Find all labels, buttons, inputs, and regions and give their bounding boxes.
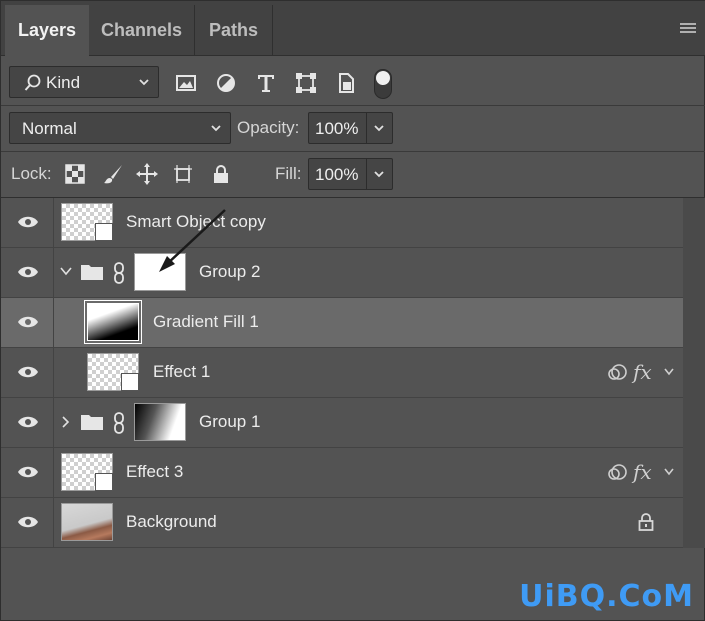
eye-icon	[18, 416, 38, 428]
smart-object-badge-icon	[95, 223, 113, 241]
image-filter-icon[interactable]	[175, 72, 197, 94]
lock-all-icon[interactable]	[210, 163, 232, 185]
chevron-down-icon	[374, 125, 384, 132]
smart-filter-icon	[608, 364, 627, 380]
layer-name[interactable]: Gradient Fill 1	[153, 312, 259, 332]
filter-row: Kind	[1, 56, 705, 106]
gradient-fill-thumbnail[interactable]	[84, 300, 142, 344]
annotation-arrow-icon	[159, 209, 226, 272]
chevron-down-icon[interactable]	[663, 367, 675, 377]
folder-icon	[81, 265, 103, 280]
lock-label: Lock:	[11, 164, 52, 183]
lock-icon	[638, 513, 654, 531]
tab-layers[interactable]: Layers	[5, 5, 89, 56]
link-icon[interactable]	[112, 412, 126, 434]
eye-icon	[18, 316, 38, 328]
opacity-field[interactable]: 100%	[308, 112, 393, 144]
layer-name[interactable]: Effect 3	[126, 462, 183, 482]
link-icon[interactable]	[112, 262, 126, 284]
layer-row[interactable]: Effect 1 fx	[1, 348, 683, 398]
eye-icon	[18, 516, 38, 528]
fx-icon: fx	[633, 360, 652, 384]
opacity-dropdown[interactable]	[366, 113, 392, 143]
eye-icon	[18, 216, 38, 228]
fill-field[interactable]: 100%	[308, 158, 393, 190]
layer-thumbnail[interactable]	[87, 353, 139, 391]
adjustment-filter-icon[interactable]	[215, 72, 237, 94]
kind-filter-select[interactable]: Kind	[9, 66, 159, 98]
chevron-down-icon[interactable]	[663, 467, 675, 477]
lock-transparent-pixels-icon[interactable]	[64, 163, 86, 185]
layer-thumbnail[interactable]	[61, 453, 113, 491]
chevron-down-icon	[211, 125, 221, 132]
blend-mode-select[interactable]: Normal	[9, 112, 231, 144]
folder-icon	[81, 415, 103, 430]
layers-scrollbar[interactable]	[683, 198, 705, 548]
layer-name[interactable]: Effect 1	[153, 362, 210, 382]
filter-toggle[interactable]	[374, 69, 392, 99]
lock-row: Lock: Fill: 100%	[1, 152, 705, 198]
opacity-label: Opacity:	[237, 118, 300, 137]
chevron-down-icon	[139, 79, 149, 86]
shape-filter-icon[interactable]	[295, 72, 317, 94]
layer-thumbnail[interactable]	[61, 203, 113, 241]
panel-menu-icon[interactable]	[680, 23, 696, 35]
visibility-toggle[interactable]	[1, 248, 54, 297]
visibility-toggle[interactable]	[1, 398, 54, 447]
smart-object-badge-icon	[95, 473, 113, 491]
blend-mode-value: Normal	[22, 119, 77, 138]
artboard-icon[interactable]	[172, 163, 194, 185]
visibility-toggle[interactable]	[1, 198, 54, 247]
layer-effects[interactable]: fx	[607, 460, 679, 484]
smart-object-filter-icon[interactable]	[335, 72, 357, 94]
eye-icon	[18, 266, 38, 278]
layer-name[interactable]: Group 1	[199, 412, 260, 432]
blend-row: Normal Opacity: 100%	[1, 106, 705, 152]
watermark: UiBQ.CoM	[519, 579, 694, 614]
layers-list: Smart Object copy Group 2 Gradient Fill …	[1, 198, 683, 548]
smart-object-badge-icon	[121, 373, 139, 391]
move-icon[interactable]	[136, 163, 158, 185]
layer-row[interactable]: Smart Object copy	[1, 198, 683, 248]
brush-icon[interactable]	[102, 163, 124, 185]
chevron-down-icon	[374, 171, 384, 178]
chevron-right-icon[interactable]	[60, 415, 70, 429]
eye-icon	[18, 366, 38, 378]
layer-effects[interactable]: fx	[607, 360, 679, 384]
visibility-toggle[interactable]	[1, 348, 54, 397]
layer-row[interactable]: Gradient Fill 1	[1, 298, 683, 348]
layer-name[interactable]: Background	[126, 512, 217, 532]
fill-dropdown[interactable]	[366, 159, 392, 189]
tab-paths[interactable]: Paths	[195, 5, 273, 56]
fill-label: Fill:	[275, 164, 302, 183]
tab-bar: Layers Channels Paths	[1, 1, 705, 56]
layer-row[interactable]: Group 1	[1, 398, 683, 448]
fx-icon: fx	[633, 460, 652, 484]
tab-channels[interactable]: Channels	[89, 5, 195, 56]
visibility-toggle[interactable]	[1, 298, 54, 347]
layer-row[interactable]: Group 2	[1, 248, 683, 298]
chevron-down-icon[interactable]	[59, 265, 73, 277]
opacity-value: 100%	[315, 119, 359, 138]
type-filter-icon[interactable]	[255, 72, 277, 94]
visibility-toggle[interactable]	[1, 498, 54, 547]
layer-row[interactable]: Background	[1, 498, 683, 548]
layer-mask-thumbnail[interactable]	[134, 403, 186, 441]
background-thumbnail[interactable]	[61, 503, 113, 541]
layers-panel: Layers Channels Paths Kind Normal Opacit…	[0, 0, 705, 621]
search-icon	[24, 74, 41, 91]
fill-value: 100%	[315, 165, 359, 184]
eye-icon	[18, 466, 38, 478]
smart-filter-icon	[608, 464, 627, 480]
visibility-toggle[interactable]	[1, 448, 54, 497]
layer-row[interactable]: Effect 3 fx	[1, 448, 683, 498]
kind-filter-label: Kind	[46, 73, 81, 92]
